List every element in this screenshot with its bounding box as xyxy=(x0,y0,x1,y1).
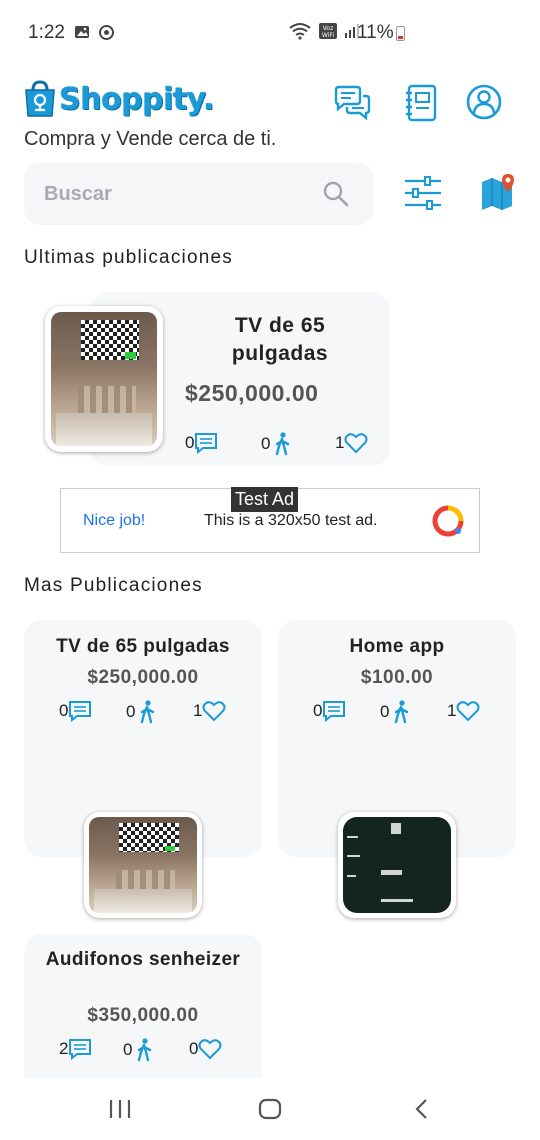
section-title-latest: Ultimas publicaciones xyxy=(24,247,233,268)
map-location-icon[interactable] xyxy=(480,172,518,212)
comment-count: 0 xyxy=(185,433,195,452)
walking-person-icon xyxy=(395,700,409,724)
listing-visits: 0 xyxy=(126,700,155,724)
like-count: 0 xyxy=(189,1039,199,1058)
featured-comments: 0 xyxy=(185,432,218,454)
listing-visits: 0 xyxy=(123,1038,152,1062)
walking-person-icon xyxy=(141,700,155,724)
comment-icon xyxy=(195,433,218,454)
home-icon[interactable] xyxy=(258,1098,282,1120)
listing-likes: 1 xyxy=(447,700,480,722)
featured-likes: 1 xyxy=(335,432,368,454)
comment-count: 0 xyxy=(59,701,69,720)
listing-title: TV de 65 pulgadas xyxy=(56,636,230,657)
visit-count: 0 xyxy=(123,1040,133,1059)
wifi-icon xyxy=(289,23,311,40)
listing-comments: 2 xyxy=(59,1038,92,1060)
status-time: 1:22 xyxy=(28,22,65,43)
ad-nice-text: Nice job! xyxy=(83,512,146,529)
heart-icon[interactable] xyxy=(344,432,368,454)
test-ad-banner[interactable]: Nice job! This is a 320x50 test ad. Test… xyxy=(60,487,480,553)
app-logo: Shoppity. xyxy=(24,78,214,120)
visit-count: 0 xyxy=(380,702,390,721)
notebook-icon[interactable] xyxy=(402,84,442,124)
like-count: 1 xyxy=(447,701,457,720)
listing-title: Home app xyxy=(349,636,445,657)
heart-icon[interactable] xyxy=(456,700,480,722)
featured-visits: 0 xyxy=(261,432,290,456)
walking-person-icon xyxy=(276,432,290,456)
recent-apps-icon[interactable] xyxy=(108,1098,132,1120)
listing-likes: 1 xyxy=(193,700,226,722)
search-bar xyxy=(24,163,374,225)
test-ad-badge: Test Ad xyxy=(231,487,299,512)
comment-count: 2 xyxy=(59,1039,69,1058)
chat-icon[interactable] xyxy=(332,84,372,124)
like-count: 1 xyxy=(335,433,345,452)
back-icon[interactable] xyxy=(412,1098,432,1120)
listing-image[interactable] xyxy=(84,812,202,918)
battery-percent: 11% xyxy=(357,22,394,43)
listing-likes: 0 xyxy=(189,1038,222,1060)
ad-logo-icon xyxy=(432,505,464,537)
shopping-bag-icon xyxy=(25,80,55,117)
app-tagline: Compra y Vende cerca de ti. xyxy=(24,128,277,150)
tv-photo xyxy=(51,312,157,446)
search-icon[interactable] xyxy=(322,180,350,208)
filter-sliders-icon[interactable] xyxy=(403,176,443,210)
app-screenshot-photo xyxy=(343,817,451,913)
visit-count: 0 xyxy=(126,702,136,721)
volte-icon: VozWiFi xyxy=(319,23,337,39)
listing-image[interactable] xyxy=(338,812,456,918)
featured-price: $250,000.00 xyxy=(185,380,319,406)
profile-icon[interactable] xyxy=(464,82,504,122)
battery-icon xyxy=(396,26,405,41)
app-logo-text: Shoppity. xyxy=(59,81,214,117)
sync-notification-icon xyxy=(99,25,114,40)
search-input[interactable] xyxy=(44,179,304,209)
listing-visits: 0 xyxy=(380,700,409,724)
section-title-more: Mas Publicaciones xyxy=(24,575,203,596)
tv-photo xyxy=(89,817,197,913)
gallery-notification-icon xyxy=(75,26,89,38)
comment-icon xyxy=(69,1039,92,1060)
listing-price: $100.00 xyxy=(360,667,434,688)
like-count: 1 xyxy=(193,701,203,720)
ad-text: This is a 320x50 test ad. xyxy=(204,512,378,529)
system-nav-bar xyxy=(0,1078,540,1140)
featured-image[interactable] xyxy=(45,306,163,452)
listing-price: $250,000.00 xyxy=(87,667,199,688)
heart-icon[interactable] xyxy=(198,1038,222,1060)
visit-count: 0 xyxy=(261,434,271,453)
featured-title: TV de 65 pulgadas xyxy=(231,314,329,365)
comment-icon xyxy=(323,701,346,722)
svg-text:WiFi: WiFi xyxy=(322,32,334,39)
comment-icon xyxy=(69,701,92,722)
listing-comments: 0 xyxy=(313,700,346,722)
walking-person-icon xyxy=(138,1038,152,1062)
comment-count: 0 xyxy=(313,701,323,720)
svg-text:Voz: Voz xyxy=(323,25,333,32)
heart-icon[interactable] xyxy=(202,700,226,722)
listing-comments: 0 xyxy=(59,700,92,722)
listing-price: $350,000.00 xyxy=(87,1005,199,1026)
status-bar: 1:22 Voz WiFi 11% xyxy=(0,0,540,68)
listing-title: Audifonos senheizer xyxy=(45,949,241,970)
